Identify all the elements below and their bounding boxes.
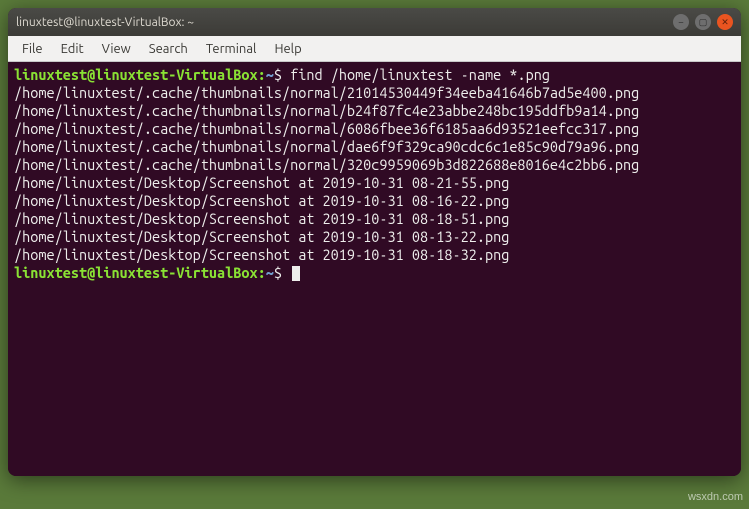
output-line: /home/linuxtest/Desktop/Screenshot at 20… — [14, 228, 735, 246]
cursor-icon — [292, 266, 300, 281]
menu-file[interactable]: File — [14, 39, 51, 59]
command-text: find /home/linuxtest -name *.png — [290, 66, 550, 83]
menu-view[interactable]: View — [94, 39, 139, 59]
menu-terminal[interactable]: Terminal — [198, 39, 265, 59]
command-line: linuxtest@linuxtest-VirtualBox:~$ find /… — [14, 66, 735, 84]
output-line: /home/linuxtest/Desktop/Screenshot at 20… — [14, 246, 735, 264]
output-line: /home/linuxtest/.cache/thumbnails/normal… — [14, 138, 735, 156]
output-line: /home/linuxtest/Desktop/Screenshot at 20… — [14, 210, 735, 228]
output-line: /home/linuxtest/.cache/thumbnails/normal… — [14, 156, 735, 174]
terminal-content[interactable]: linuxtest@linuxtest-VirtualBox:~$ find /… — [8, 62, 741, 476]
prompt-path: ~ — [266, 66, 274, 83]
prompt-path: ~ — [266, 264, 274, 281]
close-button[interactable]: ✕ — [717, 14, 733, 30]
menu-edit[interactable]: Edit — [53, 39, 92, 59]
watermark: wsxdn.com — [688, 491, 743, 503]
output-line: /home/linuxtest/Desktop/Screenshot at 20… — [14, 174, 735, 192]
maximize-icon: ▢ — [699, 17, 708, 28]
maximize-button[interactable]: ▢ — [695, 14, 711, 30]
prompt-suffix: $ — [274, 66, 282, 83]
output-line: /home/linuxtest/.cache/thumbnails/normal… — [14, 84, 735, 102]
prompt-suffix: $ — [274, 264, 282, 281]
output-line: /home/linuxtest/.cache/thumbnails/normal… — [14, 102, 735, 120]
output-line: /home/linuxtest/.cache/thumbnails/normal… — [14, 120, 735, 138]
prompt-user-host: linuxtest@linuxtest-VirtualBox — [14, 264, 258, 281]
prompt-line: linuxtest@linuxtest-VirtualBox:~$ — [14, 264, 735, 282]
close-icon: ✕ — [721, 17, 729, 28]
menu-search[interactable]: Search — [141, 39, 196, 59]
menu-help[interactable]: Help — [266, 39, 309, 59]
terminal-window: linuxtest@linuxtest-VirtualBox: ~ – ▢ ✕ … — [8, 8, 741, 476]
window-controls: – ▢ ✕ — [673, 14, 733, 30]
menubar: File Edit View Search Terminal Help — [8, 36, 741, 62]
minimize-button[interactable]: – — [673, 14, 689, 30]
output-line: /home/linuxtest/Desktop/Screenshot at 20… — [14, 192, 735, 210]
minimize-icon: – — [679, 17, 683, 27]
window-title: linuxtest@linuxtest-VirtualBox: ~ — [16, 16, 673, 29]
titlebar[interactable]: linuxtest@linuxtest-VirtualBox: ~ – ▢ ✕ — [8, 8, 741, 36]
prompt-user-host: linuxtest@linuxtest-VirtualBox — [14, 66, 258, 83]
